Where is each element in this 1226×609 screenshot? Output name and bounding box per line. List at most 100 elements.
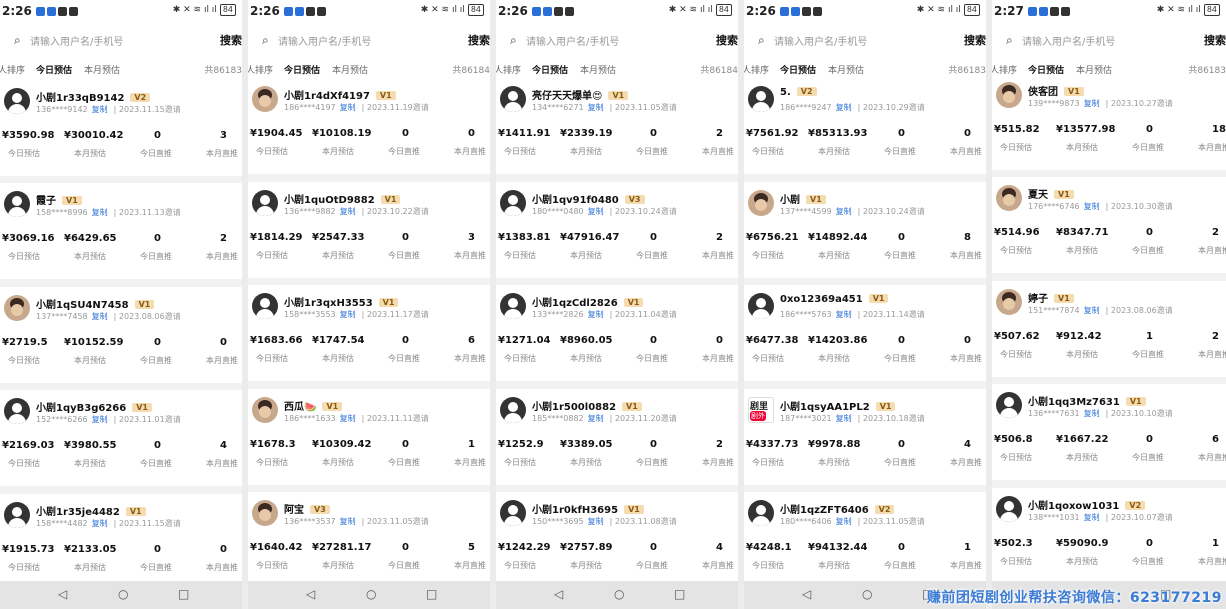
tab-sort[interactable]: 人排序: [248, 63, 284, 76]
recent-apps-icon[interactable]: □: [178, 587, 189, 601]
search-button[interactable]: 搜索: [220, 32, 242, 48]
user-card[interactable]: 小剧1qyB3g6266 V1 152****6266 复制 | 2023.11.01邀…: [0, 390, 242, 486]
status-time: 2:26: [498, 4, 528, 18]
search-bar[interactable]: ⌕ 请输入用户名/手机号 搜索: [758, 28, 986, 52]
search-bar[interactable]: ⌕ 请输入用户名/手机号 搜索: [262, 28, 490, 52]
recent-apps-icon[interactable]: □: [426, 587, 437, 601]
user-name: 小剧1qzCdl2826 V1: [532, 294, 644, 309]
user-card[interactable]: 夏天 V1 176****6746 复制 | 2023.10.30邀请 ¥514.96 ¥8…: [992, 177, 1226, 273]
copy-link[interactable]: 复制: [1084, 306, 1100, 315]
user-card[interactable]: 小剧1r500l0882 V1 185****0882 复制 | 2023.11.20邀…: [496, 389, 738, 485]
tab-sort[interactable]: 人排序: [0, 63, 36, 76]
copy-link[interactable]: 复制: [92, 105, 108, 114]
notification-icons: [779, 6, 822, 16]
tab-month-estimate[interactable]: 本月预估: [828, 63, 948, 76]
tab-today-estimate[interactable]: 今日预估: [780, 63, 828, 76]
back-button-icon[interactable]: ◁: [306, 587, 315, 601]
user-card[interactable]: 婷子 V1 151****7874 复制 | 2023.08.06邀请 ¥507.62 ¥9…: [992, 281, 1226, 377]
copy-link[interactable]: 复制: [588, 103, 604, 112]
back-button-icon[interactable]: ◁: [554, 587, 563, 601]
user-card[interactable]: 小剧1r3qxH3553 V1 158****3553 复制 | 2023.11.17邀…: [248, 285, 490, 381]
search-input[interactable]: 请输入用户名/手机号: [774, 33, 964, 48]
search-button[interactable]: 搜索: [964, 32, 986, 48]
tab-month-estimate[interactable]: 本月预估: [580, 63, 700, 76]
month-direct-label: 本月直推: [702, 251, 734, 260]
copy-link[interactable]: 复制: [836, 103, 852, 112]
invite-date-text: 2023.10.24邀请: [862, 207, 925, 216]
user-card[interactable]: 霞子 V1 158****8996 复制 | 2023.11.13邀请 ¥3069.16 ¥…: [0, 183, 242, 279]
copy-link[interactable]: 复制: [340, 517, 356, 526]
home-button-icon[interactable]: ○: [118, 587, 128, 601]
user-card[interactable]: 侠客团 V1 139****9873 复制 | 2023.10.27邀请 ¥515.82 ¥…: [992, 74, 1226, 170]
copy-link[interactable]: 复制: [92, 312, 108, 321]
user-card[interactable]: 小剧1qzCdl2826 V1 133****2826 复制 | 2023.11.04邀…: [496, 285, 738, 381]
stats-values: ¥1271.04 ¥8960.05 0 0: [496, 335, 738, 349]
back-button-icon[interactable]: ◁: [58, 587, 67, 601]
today-estimate-value: ¥1904.45: [250, 128, 303, 139]
user-card[interactable]: 小剧1qzZFT6406 V2 180****6406 复制 | 2023.11.05邀…: [744, 492, 986, 588]
copy-link[interactable]: 复制: [588, 310, 604, 319]
user-card[interactable]: 亮仔天天爆单😍 V1 134****6271 复制 | 2023.11.05邀请 ¥141…: [496, 78, 738, 174]
copy-link[interactable]: 复制: [1084, 513, 1100, 522]
search-bar[interactable]: ⌕ 请输入用户名/手机号 搜索: [14, 28, 242, 52]
home-button-icon[interactable]: ○: [614, 587, 624, 601]
copy-link[interactable]: 复制: [836, 310, 852, 319]
user-meta: 158****8996 复制 | 2023.11.13邀请: [36, 207, 181, 218]
invite-date: | 2023.10.24邀请: [609, 207, 677, 216]
stats-values: ¥1383.81 ¥47916.47 0 2: [496, 232, 738, 246]
copy-link[interactable]: 复制: [588, 517, 604, 526]
copy-link[interactable]: 复制: [92, 208, 108, 217]
user-card[interactable]: 小剧1qq3Mz7631 V1 136****7631 复制 | 2023.10.10邀…: [992, 384, 1226, 480]
tab-month-estimate[interactable]: 本月预估: [332, 63, 452, 76]
search-bar[interactable]: ⌕ 请输入用户名/手机号 搜索: [510, 28, 738, 52]
copy-link[interactable]: 复制: [92, 415, 108, 424]
user-card[interactable]: 小剧1r33qB9142 V2 136****9142 复制 | 2023.11.15邀…: [0, 80, 242, 176]
user-card[interactable]: 小剧1qoxow1031 V2 138****1031 复制 | 2023.10.07邀…: [992, 488, 1226, 584]
user-card[interactable]: 小剧 V1 137****4599 复制 | 2023.10.24邀请 ¥6756.21 ¥…: [744, 182, 986, 278]
user-card[interactable]: 小剧1qv91f0480 V3 180****0480 复制 | 2023.10.24邀…: [496, 182, 738, 278]
copy-link[interactable]: 复制: [836, 414, 852, 423]
user-card[interactable]: 0xo12369a451 V1 186****5763 复制 | 2023.11.14邀…: [744, 285, 986, 381]
user-card[interactable]: 小剧1qSU4N7458 V1 137****7458 复制 | 2023.08.06邀…: [0, 287, 242, 383]
tab-today-estimate[interactable]: 今日预估: [36, 63, 84, 76]
search-button[interactable]: 搜索: [716, 32, 738, 48]
recent-apps-icon[interactable]: □: [674, 587, 685, 601]
home-button-icon[interactable]: ○: [862, 587, 872, 601]
copy-link[interactable]: 复制: [92, 519, 108, 528]
tab-today-estimate[interactable]: 今日预估: [532, 63, 580, 76]
copy-link[interactable]: 复制: [340, 414, 356, 423]
user-card[interactable]: 小剧1r0kfH3695 V1 150****3695 复制 | 2023.11.08邀…: [496, 492, 738, 588]
tab-month-estimate[interactable]: 本月预估: [84, 63, 204, 76]
copy-link[interactable]: 复制: [588, 414, 604, 423]
copy-link[interactable]: 复制: [340, 207, 356, 216]
search-button[interactable]: 搜索: [1204, 32, 1226, 48]
user-card[interactable]: 阿宝 V3 136****3537 复制 | 2023.11.05邀请 ¥1640.42 ¥…: [248, 492, 490, 588]
user-card[interactable]: 西瓜🍉 V1 186****1633 复制 | 2023.11.11邀请 ¥1678.3 ¥…: [248, 389, 490, 485]
search-input[interactable]: 请输入用户名/手机号: [30, 33, 220, 48]
today-estimate-value: ¥1252.9: [498, 439, 544, 450]
home-button-icon[interactable]: ○: [366, 587, 376, 601]
copy-link[interactable]: 复制: [1084, 99, 1100, 108]
copy-link[interactable]: 复制: [836, 517, 852, 526]
search-input[interactable]: 请输入用户名/手机号: [1022, 33, 1204, 48]
phone-number: 136****9882: [284, 207, 336, 216]
search-input[interactable]: 请输入用户名/手机号: [526, 33, 716, 48]
user-card[interactable]: 小剧1r4dXf4197 V1 186****4197 复制 | 2023.11.19邀…: [248, 78, 490, 174]
copy-link[interactable]: 复制: [1084, 409, 1100, 418]
user-card[interactable]: 剧里 剧外 小剧1qsyAA1PL2 V1 187****3021 复制 | 2023.10…: [744, 389, 986, 485]
copy-link[interactable]: 复制: [588, 207, 604, 216]
copy-link[interactable]: 复制: [340, 103, 356, 112]
tab-sort[interactable]: 人排序: [744, 63, 780, 76]
user-card[interactable]: 小剧1r35je4482 V1 158****4482 复制 | 2023.11.15邀…: [0, 494, 242, 590]
user-card[interactable]: 小剧1quOtD9882 V1 136****9882 复制 | 2023.10.22邀…: [248, 182, 490, 278]
search-button[interactable]: 搜索: [468, 32, 490, 48]
tab-today-estimate[interactable]: 今日预估: [284, 63, 332, 76]
copy-link[interactable]: 复制: [1084, 202, 1100, 211]
search-bar[interactable]: ⌕ 请输入用户名/手机号 搜索: [1006, 28, 1226, 52]
tab-sort[interactable]: 人排序: [496, 63, 532, 76]
search-input[interactable]: 请输入用户名/手机号: [278, 33, 468, 48]
back-button-icon[interactable]: ◁: [802, 587, 811, 601]
user-card[interactable]: 5. V2 186****9247 复制 | 2023.10.29邀请 ¥7561.92 ¥…: [744, 78, 986, 174]
copy-link[interactable]: 复制: [836, 207, 852, 216]
copy-link[interactable]: 复制: [340, 310, 356, 319]
